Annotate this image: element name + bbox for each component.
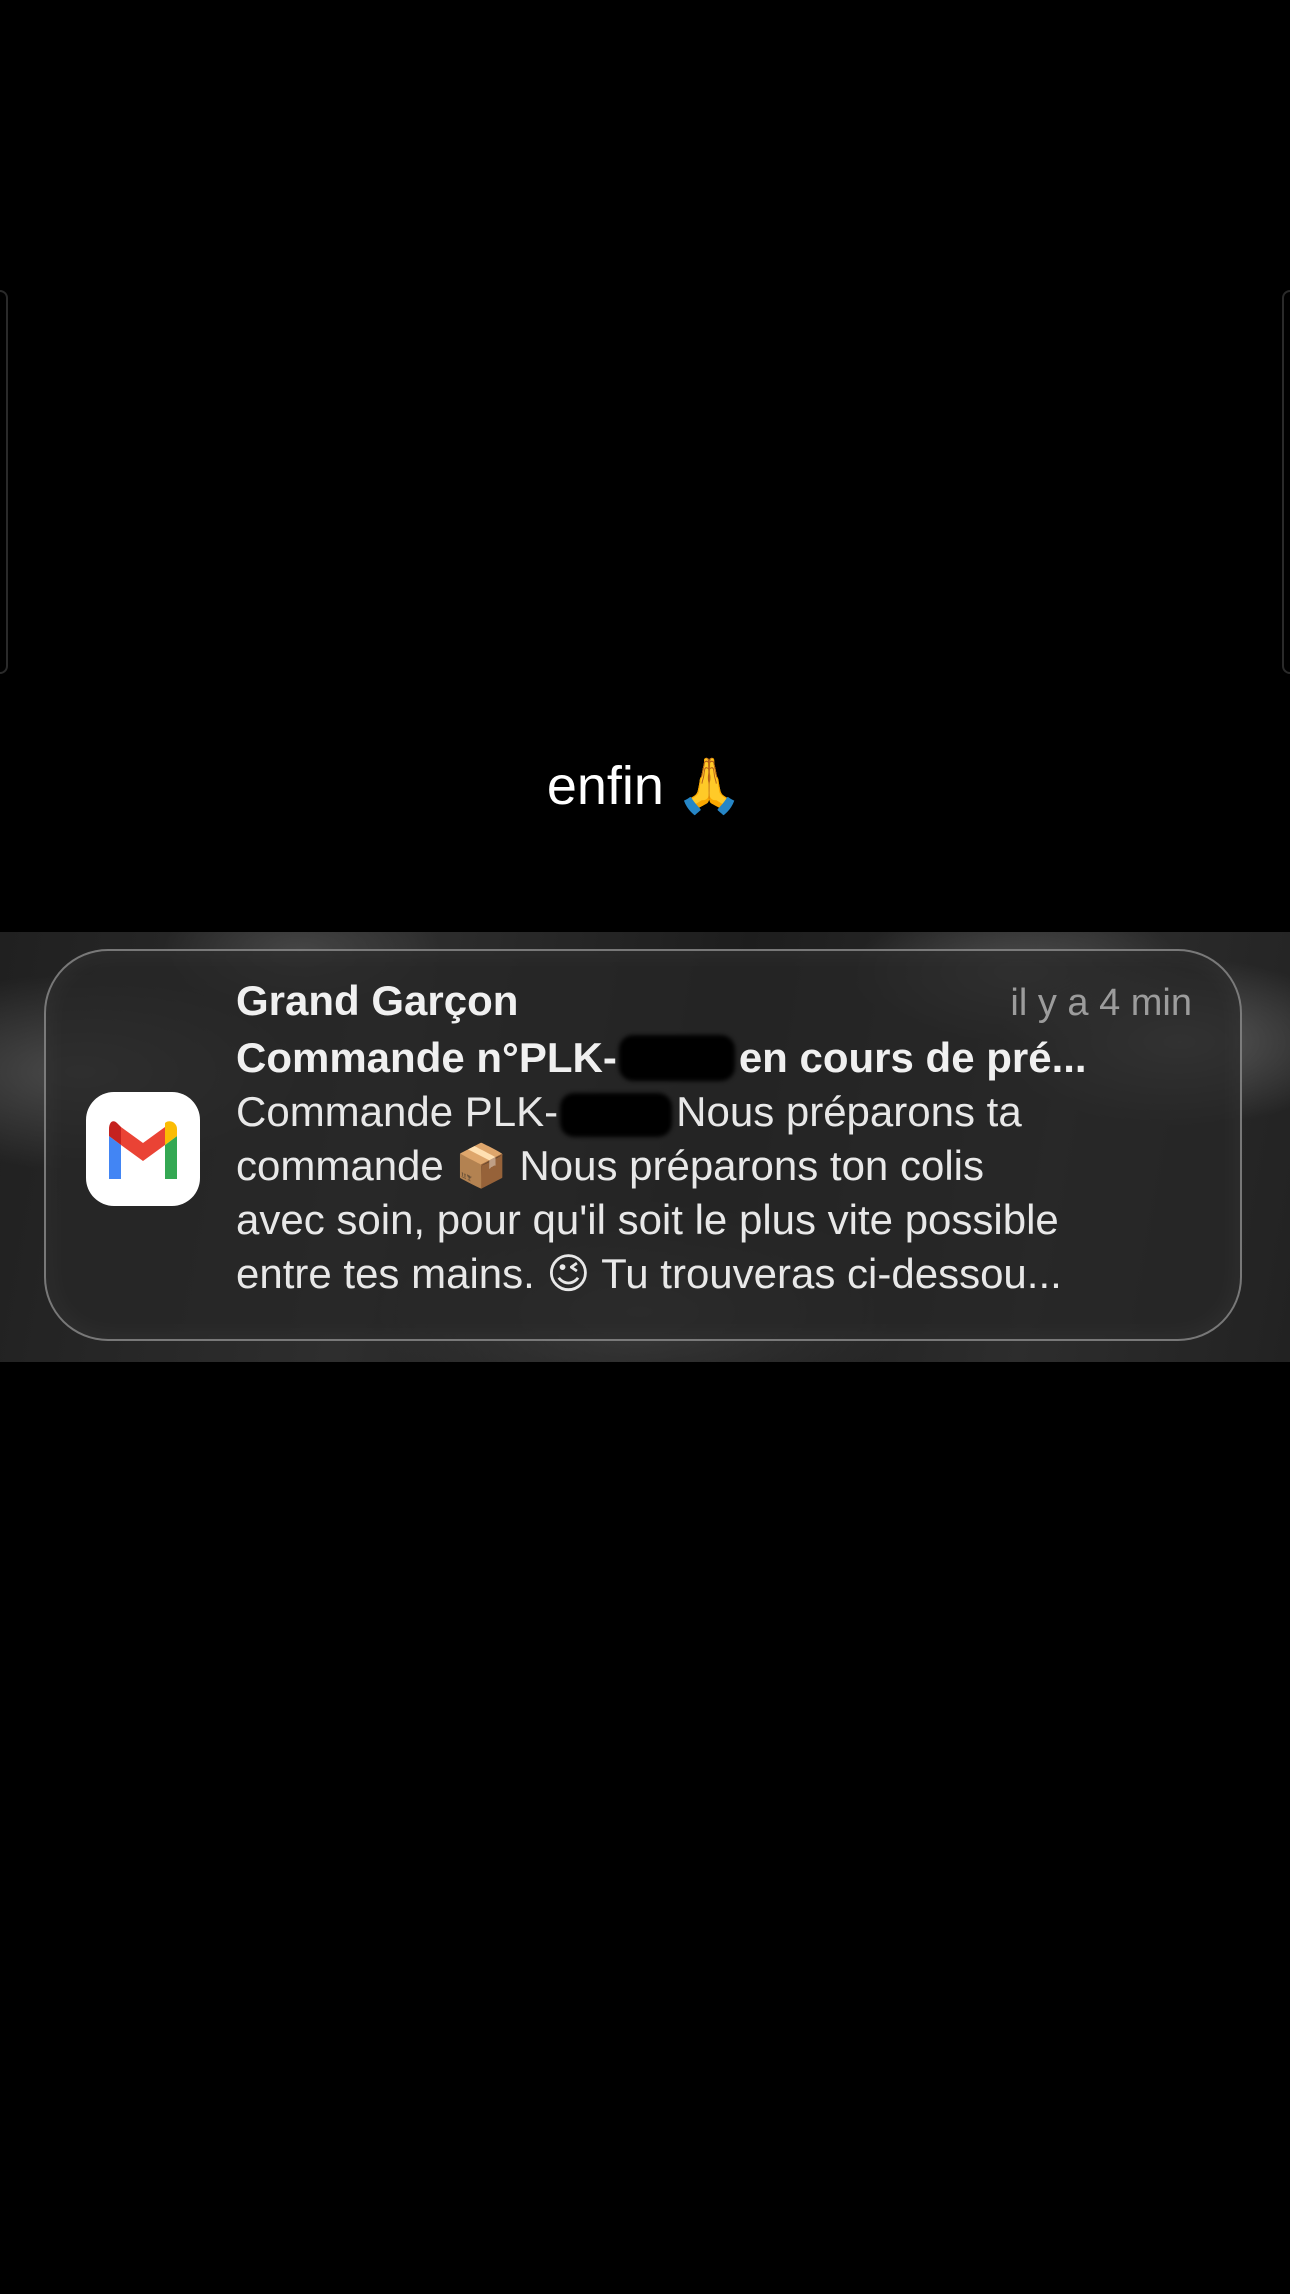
story-caption: enfin 🙏 bbox=[0, 748, 1290, 824]
timestamp: il y a 4 min bbox=[1010, 982, 1192, 1024]
body-line1-prefix: Commande PLK- bbox=[236, 1088, 559, 1135]
redacted-order-number bbox=[560, 1092, 673, 1137]
body-line1-suffix: Nous préparons ta bbox=[676, 1088, 1022, 1135]
subject-suffix: en cours de pré... bbox=[738, 1034, 1087, 1081]
body-line3: avec soin, pour qu'il soit le plus vite … bbox=[236, 1196, 1059, 1243]
body-line2: commande 📦 Nous préparons ton colis bbox=[236, 1142, 984, 1189]
caption-text: enfin bbox=[546, 756, 664, 816]
mail-notification[interactable]: Grand Garçon il y a 4 min Commande n°PLK… bbox=[44, 949, 1242, 1341]
notification-content: Grand Garçon il y a 4 min Commande n°PLK… bbox=[236, 977, 1192, 1301]
sender-name: Grand Garçon bbox=[236, 977, 519, 1024]
praying-hands-emoji: 🙏 bbox=[675, 756, 744, 816]
body-line4: entre tes mains. 😉 Tu trouveras ci-desso… bbox=[236, 1250, 1062, 1297]
email-preview: Commande PLK- Nous préparons ta commande … bbox=[236, 1085, 1192, 1301]
screen-edge-right bbox=[1282, 290, 1290, 674]
subject-prefix: Commande n°PLK- bbox=[236, 1034, 617, 1081]
email-subject: Commande n°PLK-en cours de pré... bbox=[236, 1031, 1192, 1085]
screen-edge-left bbox=[0, 290, 8, 674]
redacted-order-number bbox=[618, 1035, 735, 1081]
gmail-icon bbox=[86, 1092, 200, 1206]
